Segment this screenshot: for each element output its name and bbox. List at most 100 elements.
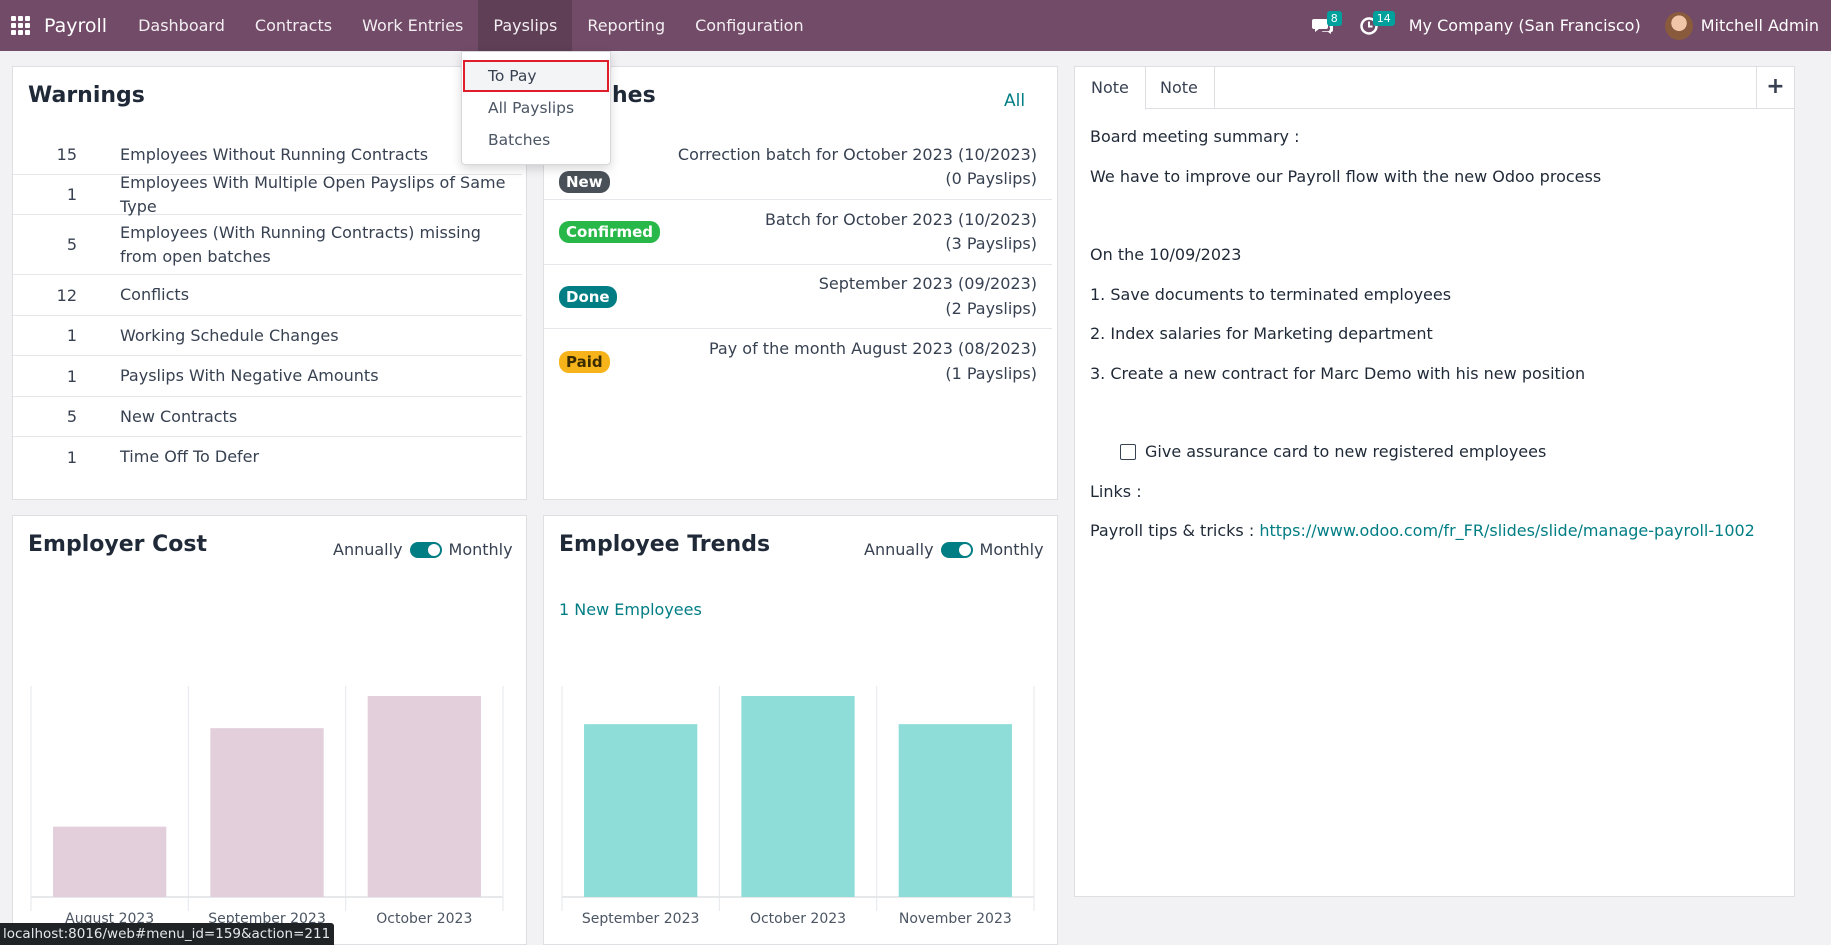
note-text: Board meeting summary : bbox=[1090, 127, 1300, 146]
activities-badge: 14 bbox=[1372, 11, 1395, 26]
avatar bbox=[1664, 11, 1693, 40]
status-badge: Confirmed bbox=[559, 221, 661, 243]
messages-badge: 8 bbox=[1326, 11, 1342, 26]
bar bbox=[210, 728, 324, 897]
employee-trends-chart: September 2023 October 2023 November 2023 bbox=[561, 686, 1035, 927]
bar bbox=[53, 826, 167, 897]
warning-count: 1 bbox=[66, 366, 77, 386]
tab-note-1[interactable]: Note bbox=[1075, 67, 1146, 110]
note-text: 3. Create a new contract for Marc Demo w… bbox=[1090, 364, 1586, 383]
batch-label: September 2023 (09/2023) (2 Payslips) bbox=[819, 272, 1052, 321]
batch-name: September 2023 (09/2023) bbox=[818, 274, 1037, 293]
menu-configuration[interactable]: Configuration bbox=[680, 0, 819, 51]
dropdown-item-all-payslips[interactable]: All Payslips bbox=[462, 92, 610, 124]
warning-count: 1 bbox=[66, 326, 77, 345]
warning-label: Employees (With Running Contracts) missi… bbox=[120, 222, 481, 266]
warning-label: Employees Without Running Contracts bbox=[120, 144, 429, 164]
bar bbox=[367, 696, 481, 897]
batch-row[interactable]: Confirmed Batch for October 2023 (10/202… bbox=[544, 200, 1052, 265]
note-todo: Give assurance card to new registered em… bbox=[1120, 442, 1546, 461]
bar bbox=[898, 724, 1012, 897]
top-navbar: Payroll Dashboard Contracts Work Entries… bbox=[0, 0, 1831, 51]
batch-name: Batch for October 2023 (10/2023) bbox=[764, 209, 1037, 229]
warning-row[interactable]: 5 New Contracts bbox=[13, 397, 522, 437]
warning-row[interactable]: 1 Employees With Multiple Open Payslips … bbox=[13, 173, 522, 216]
warning-count: 12 bbox=[56, 285, 77, 305]
todo-checkbox[interactable] bbox=[1120, 444, 1136, 460]
warning-label: Conflicts bbox=[120, 285, 190, 304]
warning-count: 1 bbox=[66, 447, 77, 467]
batch-row[interactable]: Done September 2023 (09/2023) (2 Payslip… bbox=[544, 265, 1052, 329]
note-text: On the 10/09/2023 bbox=[1090, 245, 1242, 264]
apps-grid-icon[interactable] bbox=[11, 16, 31, 36]
employer-cost-chart: August 2023 September 2023 October 2023 bbox=[30, 686, 504, 927]
warning-label: Employees With Multiple Open Payslips of… bbox=[120, 172, 506, 216]
user-menu[interactable]: Mitchell Admin bbox=[1664, 11, 1819, 40]
menu-dashboard[interactable]: Dashboard bbox=[123, 0, 240, 51]
warning-count: 15 bbox=[56, 145, 77, 164]
note-text: We have to improve our Payroll flow with… bbox=[1090, 167, 1602, 186]
warnings-title: Warnings bbox=[28, 83, 145, 108]
note-text: 2. Index salaries for Marketing departme… bbox=[1090, 324, 1433, 343]
batch-name: Pay of the month August 2023 (08/2023) bbox=[709, 339, 1037, 358]
warning-label: Time Off To Defer bbox=[120, 447, 260, 466]
tips-label: Payroll tips & tricks : bbox=[1090, 521, 1260, 540]
batches-all-link[interactable]: All bbox=[1004, 91, 1025, 111]
warning-row[interactable]: 1 Time Off To Defer bbox=[13, 437, 522, 477]
todo-label: Give assurance card to new registered em… bbox=[1145, 442, 1547, 461]
batch-count: (0 Payslips) bbox=[945, 169, 1037, 188]
dropdown-item-to-pay[interactable]: To Pay bbox=[463, 60, 609, 92]
dropdown-item-batches[interactable]: Batches bbox=[462, 124, 610, 156]
warning-count: 5 bbox=[66, 407, 77, 426]
warning-count: 1 bbox=[66, 185, 77, 204]
note-tabbar: Note Note + bbox=[1075, 67, 1794, 110]
employee-trends-card: Employee Trends Annually Monthly 1 New E… bbox=[543, 515, 1058, 945]
warning-row[interactable]: 1 Payslips With Negative Amounts bbox=[13, 356, 522, 397]
status-badge: New bbox=[559, 171, 610, 193]
tab-note-2[interactable]: Note bbox=[1144, 67, 1215, 109]
warning-row[interactable]: 1 Working Schedule Changes bbox=[13, 316, 522, 356]
employer-cost-card: Employer Cost Annually Monthly August 20… bbox=[12, 515, 527, 945]
batch-row[interactable]: New Correction batch for October 2023 (1… bbox=[544, 135, 1052, 200]
warning-row[interactable]: 5 Employees (With Running Contracts) mis… bbox=[13, 215, 522, 275]
menu-payslips[interactable]: Payslips bbox=[478, 0, 573, 51]
browser-status-url: localhost:8016/web#menu_id=159&action=21… bbox=[0, 923, 335, 945]
batch-label: Batch for October 2023 (10/2023) (3 Pays… bbox=[765, 208, 1052, 257]
batch-label: Correction batch for October 2023 (10/20… bbox=[678, 143, 1052, 192]
batch-count: (3 Payslips) bbox=[945, 234, 1037, 253]
warnings-card: Warnings 15 Employees Without Running Co… bbox=[12, 66, 527, 500]
batch-label: Pay of the month August 2023 (08/2023) (… bbox=[709, 337, 1052, 386]
add-note-tab-button[interactable]: + bbox=[1756, 67, 1794, 109]
batch-count: (1 Payslips) bbox=[945, 363, 1037, 383]
messages-systray[interactable]: 8 bbox=[1303, 0, 1343, 51]
menu-reporting[interactable]: Reporting bbox=[572, 0, 680, 51]
warning-row[interactable]: 12 Conflicts bbox=[13, 275, 522, 316]
app-brand[interactable]: Payroll bbox=[44, 15, 107, 37]
batches-title: hes bbox=[612, 83, 656, 108]
activities-systray[interactable]: 14 bbox=[1349, 0, 1395, 51]
warning-row[interactable]: 15 Employees Without Running Contracts bbox=[13, 135, 522, 175]
x-tick-label: October 2023 bbox=[376, 911, 472, 927]
status-badge: Paid bbox=[559, 350, 610, 373]
menu-contracts[interactable]: Contracts bbox=[240, 0, 347, 51]
payslips-dropdown: To Pay All Payslips Batches bbox=[461, 51, 611, 165]
note-card: Note Note + Board meeting summary : We h… bbox=[1074, 66, 1795, 897]
note-text: Links : bbox=[1090, 482, 1142, 501]
batches-card: hes All New Correction batch for October… bbox=[543, 66, 1058, 500]
menu-work-entries[interactable]: Work Entries bbox=[347, 0, 478, 51]
tips-link[interactable]: https://www.odoo.com/fr_FR/slides/slide/… bbox=[1259, 521, 1755, 540]
batch-count: (2 Payslips) bbox=[945, 298, 1037, 318]
bar bbox=[741, 696, 855, 897]
x-tick-label: September 2023 bbox=[582, 911, 699, 927]
x-tick-label: October 2023 bbox=[750, 911, 846, 927]
status-badge: Done bbox=[559, 285, 617, 308]
company-switcher[interactable]: My Company (San Francisco) bbox=[1409, 16, 1641, 35]
warning-label: New Contracts bbox=[120, 406, 238, 426]
note-text: 1. Save documents to terminated employee… bbox=[1090, 285, 1452, 304]
warning-label: Working Schedule Changes bbox=[120, 325, 339, 345]
x-tick-label: November 2023 bbox=[899, 911, 1012, 927]
warning-label: Payslips With Negative Amounts bbox=[120, 366, 379, 385]
batch-row[interactable]: Paid Pay of the month August 2023 (08/20… bbox=[544, 329, 1052, 394]
warning-count: 5 bbox=[66, 235, 77, 254]
note-tips: Payroll tips & tricks : https://www.odoo… bbox=[1090, 521, 1755, 540]
